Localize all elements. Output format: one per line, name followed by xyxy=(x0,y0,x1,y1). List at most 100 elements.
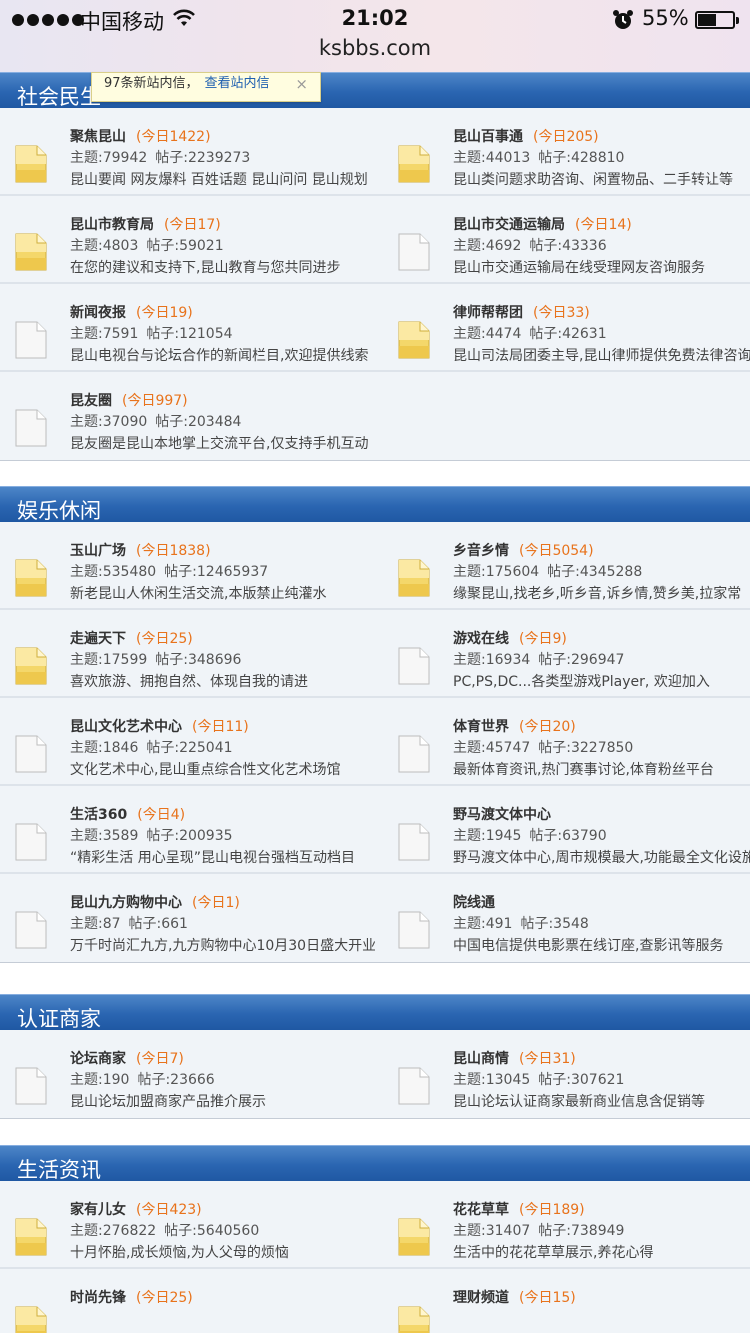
forum-stats: 主题:37090 帖子:203484 xyxy=(70,412,368,433)
forum-section: 娱乐休闲 玉山广场 (今日1838) 主题:535480 帖子:12465937 新老昆山… xyxy=(0,486,750,963)
forum-item[interactable]: 野马渡文体中心主题:1945 帖子:63790 野马渡文体中心,周市规模最大,功能最… xyxy=(383,786,750,874)
forum-item[interactable]: 时尚先锋 (今日25) xyxy=(0,1269,375,1333)
forum-description: 中国电信提供电影票在线订座,查影讯等服务 xyxy=(453,938,724,954)
post-count: 帖子:2239273 xyxy=(155,150,251,166)
forum-name-link[interactable]: 走遍天下 xyxy=(70,631,126,647)
forum-title: 论坛商家 (今日7) xyxy=(70,1048,266,1070)
forum-item[interactable]: 律师帮帮团 (今日33) 主题:4474 帖子:42631 昆山司法局团委主导,昆山律师… xyxy=(383,284,750,372)
view-messages-link[interactable]: 查看站内信 xyxy=(205,76,270,91)
forum-item[interactable]: 游戏在线 (今日9) 主题:16934 帖子:296947 PC,PS,DC...各类型… xyxy=(383,610,750,698)
topic-count: 主题:87 xyxy=(70,916,121,932)
forum-name-link[interactable]: 昆友圈 xyxy=(70,393,112,409)
forum-name-link[interactable]: 新闻夜报 xyxy=(70,305,126,321)
section-header[interactable]: 认证商家 xyxy=(0,994,750,1031)
forum-item[interactable]: 花花草草 (今日189) 主题:31407 帖子:738949 生活中的花花草草展示,养… xyxy=(383,1181,750,1269)
forum-item[interactable]: 昆山九方购物中心 (今日1) 主题:87 帖子:661 万千时尚汇九方,九方购物中心10… xyxy=(0,874,375,962)
forum-title: 乡音乡情 (今日5054) xyxy=(453,540,741,562)
forum-name-link[interactable]: 聚焦昆山 xyxy=(70,129,126,145)
forum-item[interactable]: 昆山市交通运输局 (今日14) 主题:4692 帖子:43336 昆山市交通运输局在线受… xyxy=(383,196,750,284)
forum-name-link[interactable]: 昆山九方购物中心 xyxy=(70,895,182,911)
today-post-count: (今日205) xyxy=(533,129,599,145)
post-count: 帖子:43336 xyxy=(529,238,607,254)
new-posts-folder-icon xyxy=(398,559,430,597)
forum-row: 昆山市教育局 (今日17) 主题:4803 帖子:59021 在您的建议和支持下,昆山教… xyxy=(0,196,750,284)
forum-item[interactable]: 昆山商情 (今日31) 主题:13045 帖子:307621 昆山论坛认证商家最新商业信… xyxy=(383,1030,750,1118)
forum-stats: 主题:13045 帖子:307621 xyxy=(453,1070,705,1091)
forum-title: 体育世界 (今日20) xyxy=(453,716,714,738)
forum-item[interactable]: 新闻夜报 (今日19) 主题:7591 帖子:121054 昆山电视台与论坛合作的新闻栏… xyxy=(0,284,375,372)
topic-count: 主题:276822 xyxy=(70,1223,157,1239)
forum-description: 昆山市交通运输局在线受理网友咨询服务 xyxy=(453,260,705,276)
forum-name-link[interactable]: 院线通 xyxy=(453,895,495,911)
forum-name-link[interactable]: 花花草草 xyxy=(453,1202,509,1218)
post-count: 帖子:307621 xyxy=(538,1072,625,1088)
forum-name-link[interactable]: 昆山商情 xyxy=(453,1051,509,1067)
forum-name-link[interactable]: 昆山文化艺术中心 xyxy=(70,719,182,735)
section-header[interactable]: 生活资讯 xyxy=(0,1145,750,1182)
forum-title: 律师帮帮团 (今日33) xyxy=(453,302,750,324)
forum-item[interactable]: 昆友圈 (今日997) 主题:37090 帖子:203484 昆友圈是昆山本地掌上交流平… xyxy=(0,372,375,460)
forum-item[interactable]: 昆山文化艺术中心 (今日11) 主题:1846 帖子:225041 文化艺术中心,昆山重… xyxy=(0,698,375,786)
address-bar-url[interactable]: ksbbs.com xyxy=(0,36,750,60)
forum-item[interactable]: 家有儿女 (今日423) 主题:276822 帖子:5640560 十月怀胎,成长烦恼,… xyxy=(0,1181,375,1269)
forum-description: 生活中的花花草草展示,养花心得 xyxy=(453,1245,654,1261)
forum-name-link[interactable]: 生活360 xyxy=(70,807,127,823)
forum-item[interactable]: 论坛商家 (今日7) 主题:190 帖子:23666 昆山论坛加盟商家产品推介展示 xyxy=(0,1030,375,1118)
today-post-count: (今日189) xyxy=(519,1202,585,1218)
today-post-count: (今日20) xyxy=(519,719,576,735)
forum-title: 昆山商情 (今日31) xyxy=(453,1048,705,1070)
forum-name-link[interactable]: 体育世界 xyxy=(453,719,509,735)
forum-title: 玉山广场 (今日1838) xyxy=(70,540,326,562)
forum-item[interactable]: 玉山广场 (今日1838) 主题:535480 帖子:12465937 新老昆山人休闲生… xyxy=(0,522,375,610)
status-bar: 中国移动 21:02 55% ksbbs.com xyxy=(0,0,750,72)
forum-stats: 主题:4803 帖子:59021 xyxy=(70,236,340,257)
forum-name-link[interactable]: 玉山广场 xyxy=(70,543,126,559)
forum-stats: 主题:1945 帖子:63790 xyxy=(453,826,750,847)
forum-description: 野马渡文体中心,周市规模最大,功能最全文化设施 xyxy=(453,850,750,866)
forum-title: 昆山九方购物中心 (今日1) xyxy=(70,892,375,914)
no-new-posts-folder-icon xyxy=(15,1067,47,1105)
topic-count: 主题:1945 xyxy=(453,828,522,844)
forum-title: 花花草草 (今日189) xyxy=(453,1199,653,1221)
forum-item[interactable]: 理财频道 (今日15) xyxy=(383,1269,750,1333)
forum-item[interactable]: 昆山百事通 (今日205) 主题:44013 帖子:428810 昆山类问题求助咨询、闲… xyxy=(383,108,750,196)
today-post-count: (今日15) xyxy=(519,1290,576,1306)
forum-title: 新闻夜报 (今日19) xyxy=(70,302,368,324)
no-new-posts-folder-icon xyxy=(15,911,47,949)
forum-item[interactable]: 聚焦昆山 (今日1422) 主题:79942 帖子:2239273 昆山要闻 网友爆料 … xyxy=(0,108,375,196)
post-count: 帖子:428810 xyxy=(538,150,625,166)
topic-count: 主题:37090 xyxy=(70,414,148,430)
topic-count: 主题:16934 xyxy=(453,652,531,668)
forum-name-link[interactable]: 野马渡文体中心 xyxy=(453,807,551,823)
forum-stats: 主题:491 帖子:3548 xyxy=(453,914,723,935)
forum-name-link[interactable]: 律师帮帮团 xyxy=(453,305,523,321)
forum-name-link[interactable]: 时尚先锋 xyxy=(70,1290,126,1306)
section-header[interactable]: 娱乐休闲 xyxy=(0,486,750,523)
forum-name-link[interactable]: 昆山市交通运输局 xyxy=(453,217,565,233)
forum-item[interactable]: 乡音乡情 (今日5054) 主题:175604 帖子:4345288 缘聚昆山,找老乡,… xyxy=(383,522,750,610)
forum-item[interactable]: 生活360 (今日4) 主题:3589 帖子:200935 “精彩生活 用心呈现”昆山电… xyxy=(0,786,375,874)
post-count: 帖子:59021 xyxy=(146,238,224,254)
forum-name-link[interactable]: 昆山百事通 xyxy=(453,129,523,145)
battery-icon xyxy=(695,11,739,29)
close-icon[interactable]: × xyxy=(295,73,308,95)
forum-name-link[interactable]: 论坛商家 xyxy=(70,1051,126,1067)
forum-name-link[interactable]: 乡音乡情 xyxy=(453,543,509,559)
forum-name-link[interactable]: 昆山市教育局 xyxy=(70,217,154,233)
today-post-count: (今日1838) xyxy=(136,543,211,559)
post-count: 帖子:661 xyxy=(128,916,188,932)
forum-name-link[interactable]: 理财频道 xyxy=(453,1290,509,1306)
today-post-count: (今日31) xyxy=(519,1051,576,1067)
forum-name-link[interactable]: 家有儿女 xyxy=(70,1202,126,1218)
forum-stats: 主题:1846 帖子:225041 xyxy=(70,738,340,759)
forum-item[interactable]: 院线通主题:491 帖子:3548 中国电信提供电影票在线订座,查影讯等服务 xyxy=(383,874,750,962)
forum-item[interactable]: 体育世界 (今日20) 主题:45747 帖子:3227850 最新体育资讯,热门赛事讨… xyxy=(383,698,750,786)
forum-item[interactable]: 走遍天下 (今日25) 主题:17599 帖子:348696 喜欢旅游、拥抱自然、体现自… xyxy=(0,610,375,698)
forum-stats: 主题:175604 帖子:4345288 xyxy=(453,562,741,583)
forum-name-link[interactable]: 游戏在线 xyxy=(453,631,509,647)
no-new-posts-folder-icon xyxy=(398,911,430,949)
today-post-count: (今日7) xyxy=(136,1051,184,1067)
forum-item[interactable]: 昆山市教育局 (今日17) 主题:4803 帖子:59021 在您的建议和支持下,昆山教… xyxy=(0,196,375,284)
post-count: 帖子:348696 xyxy=(155,652,242,668)
new-posts-folder-icon xyxy=(15,233,47,271)
